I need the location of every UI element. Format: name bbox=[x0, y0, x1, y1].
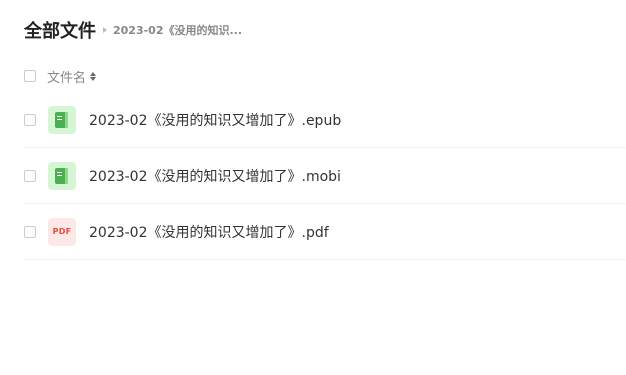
file-name[interactable]: 2023-02《没用的知识又增加了》.epub bbox=[89, 110, 341, 130]
breadcrumb-root-link[interactable]: 全部文件 bbox=[24, 17, 96, 43]
breadcrumb-separator-icon bbox=[103, 27, 107, 33]
file-row[interactable]: PDF 2023-02《没用的知识又增加了》.pdf bbox=[24, 204, 626, 260]
book-icon bbox=[48, 161, 76, 190]
file-row[interactable]: 2023-02《没用的知识又增加了》.mobi bbox=[24, 148, 626, 204]
file-browser: 全部文件 2023-02《没用的知识... 文件名 2023-02《没用的知识又… bbox=[0, 0, 626, 375]
file-row-checkbox[interactable] bbox=[24, 113, 36, 126]
file-row[interactable]: 2023-02《没用的知识又增加了》.epub bbox=[24, 92, 626, 148]
file-row-checkbox[interactable] bbox=[24, 225, 36, 238]
breadcrumb: 全部文件 2023-02《没用的知识... bbox=[24, 16, 242, 44]
sort-icon[interactable] bbox=[90, 71, 97, 81]
file-name[interactable]: 2023-02《没用的知识又增加了》.pdf bbox=[89, 222, 329, 242]
pdf-icon-label: PDF bbox=[52, 226, 72, 236]
breadcrumb-current-folder: 2023-02《没用的知识... bbox=[113, 24, 243, 37]
pdf-icon: PDF bbox=[48, 217, 76, 246]
file-name[interactable]: 2023-02《没用的知识又增加了》.mobi bbox=[89, 166, 341, 186]
book-icon bbox=[48, 105, 76, 134]
column-header-name[interactable]: 文件名 bbox=[47, 67, 97, 86]
file-row-checkbox[interactable] bbox=[24, 169, 36, 182]
list-header: 文件名 bbox=[24, 64, 626, 88]
file-list: 2023-02《没用的知识又增加了》.epub 2023-02《没用的知识又增加… bbox=[24, 92, 626, 260]
select-all-checkbox[interactable] bbox=[24, 70, 36, 82]
column-header-name-label: 文件名 bbox=[47, 70, 87, 86]
